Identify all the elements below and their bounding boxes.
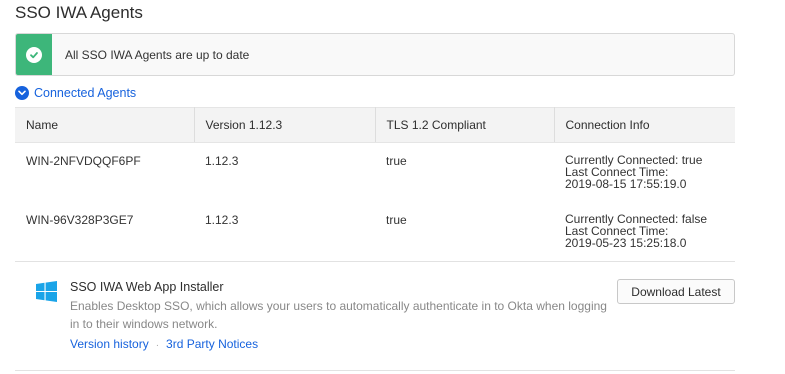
table-row: WIN-96V328P3GE7 1.12.3 true Currently Co… [15,202,735,250]
link-separator: · [155,340,160,351]
download-latest-button[interactable]: Download Latest [617,279,735,304]
column-header-connection-info: Connection Info [554,107,735,143]
section-divider [15,261,735,262]
windows-logo-icon [36,281,57,302]
page-title: SSO IWA Agents [15,3,143,22]
installer-section: SSO IWA Web App Installer Enables Deskto… [15,263,735,370]
column-header-tls: TLS 1.2 Compliant [375,107,555,143]
alert-message: All SSO IWA Agents are up to date [65,47,250,62]
installer-title: SSO IWA Web App Installer [70,280,224,294]
agents-table: Name Version 1.12.3 TLS 1.2 Compliant Co… [15,107,735,250]
agent-connection-info: Currently Connected: true Last Connect T… [554,143,735,202]
bottom-divider [15,370,735,371]
column-header-name: Name [15,107,195,143]
last-connect-time: 2019-08-15 17:55:19.0 [565,177,687,191]
agent-name: WIN-96V328P3GE7 [26,212,134,227]
connected-agents-toggle[interactable]: Connected Agents [15,86,136,100]
agent-tls: true [386,212,407,227]
table-header-row: Name Version 1.12.3 TLS 1.2 Compliant Co… [15,107,735,143]
table-row: WIN-2NFVDQQF6PF 1.12.3 true Currently Co… [15,143,735,202]
installer-links: Version history · 3rd Party Notices [70,337,258,351]
status-alert: All SSO IWA Agents are up to date [15,33,735,76]
agent-connection-info: Currently Connected: false Last Connect … [554,202,735,250]
connection-status: Currently Connected: false [565,211,708,226]
third-party-notices-link[interactable]: 3rd Party Notices [166,337,258,351]
installer-description: Enables Desktop SSO, which allows your u… [70,299,607,331]
connected-agents-label: Connected Agents [34,86,137,100]
version-history-link[interactable]: Version history [70,337,149,351]
agent-version: 1.12.3 [205,212,239,227]
column-header-version: Version 1.12.3 [194,107,376,143]
chevron-down-circle-icon [15,86,29,100]
alert-icon-cell [16,34,52,75]
last-connect-label: Last Connect Time: [565,223,669,238]
agent-version: 1.12.3 [205,154,239,168]
sso-iwa-agents-page: SSO IWA Agents All SSO IWA Agents are up… [0,0,785,374]
last-connect-time: 2019-05-23 15:25:18.0 [565,235,687,250]
agent-name: WIN-2NFVDQQF6PF [26,154,141,168]
check-circle-icon [26,46,42,63]
agent-tls: true [386,154,407,168]
